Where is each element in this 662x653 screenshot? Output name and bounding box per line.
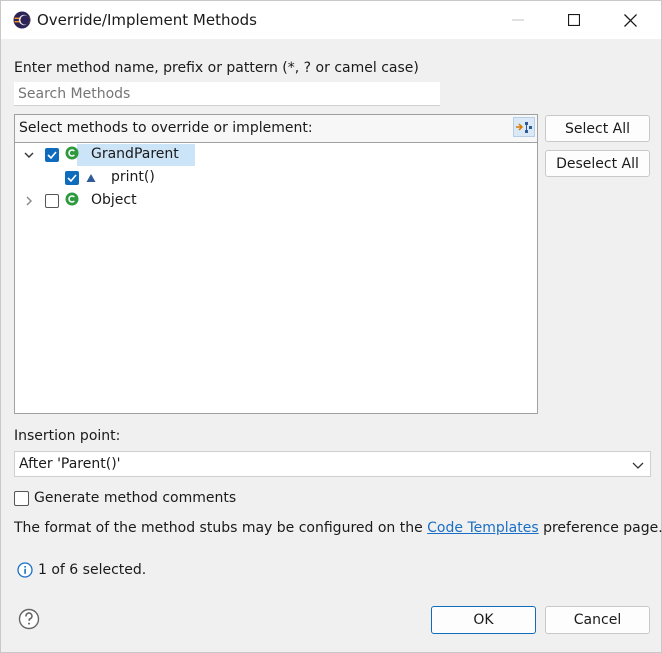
- dialog-window: Override/Implement Methods Enter method …: [0, 0, 662, 653]
- sort-hierarchy-icon: [516, 122, 532, 133]
- title-bar: Override/Implement Methods: [1, 1, 661, 39]
- tree-node-label: Object: [91, 192, 137, 208]
- code-templates-link[interactable]: Code Templates: [427, 520, 538, 536]
- tree-node-object[interactable]: Object: [15, 190, 537, 212]
- insertion-point-value: After 'Parent()': [19, 456, 121, 472]
- chevron-down-icon[interactable]: [23, 149, 35, 161]
- class-icon: [65, 146, 79, 160]
- protected-method-icon: [86, 174, 96, 182]
- insertion-point-label: Insertion point:: [14, 428, 121, 444]
- chevron-down-icon: [632, 462, 644, 469]
- maximize-button[interactable]: [551, 1, 597, 39]
- window-title: Override/Implement Methods: [37, 11, 257, 29]
- tree-header: Select methods to override or implement:: [14, 114, 538, 142]
- format-description: The format of the method stubs may be co…: [14, 520, 662, 536]
- minimize-icon: [512, 19, 524, 21]
- deselect-all-button[interactable]: Deselect All: [545, 150, 650, 177]
- check-icon: [67, 174, 77, 183]
- class-icon: [65, 192, 79, 206]
- tree-node-grandparent[interactable]: GrandParent: [15, 144, 537, 166]
- tree-node-label: GrandParent: [91, 146, 179, 162]
- selection-status: 1 of 6 selected.: [38, 562, 147, 578]
- tree-node-label: print(): [111, 169, 155, 185]
- generate-comments-checkbox[interactable]: [14, 491, 29, 506]
- print-method-checkbox[interactable]: [65, 171, 79, 185]
- format-text-before: The format of the method stubs may be co…: [14, 520, 428, 536]
- eclipse-app-icon: [13, 11, 31, 29]
- tree-header-label: Select methods to override or implement:: [19, 120, 313, 136]
- insertion-point-select[interactable]: After 'Parent()': [14, 451, 651, 477]
- help-icon[interactable]: [18, 608, 40, 630]
- methods-tree[interactable]: GrandParent print() Object: [14, 142, 538, 414]
- search-input[interactable]: [14, 82, 440, 106]
- format-text-after: preference page.: [538, 520, 662, 536]
- ok-button[interactable]: OK: [431, 606, 536, 634]
- search-prompt-label: Enter method name, prefix or pattern (*,…: [14, 60, 419, 76]
- info-icon: [17, 562, 33, 578]
- close-icon: [623, 13, 637, 27]
- close-button[interactable]: [607, 1, 653, 39]
- minimize-button[interactable]: [495, 1, 541, 39]
- object-checkbox[interactable]: [45, 194, 59, 208]
- chevron-right-icon[interactable]: [23, 195, 35, 207]
- grandparent-checkbox[interactable]: [45, 148, 59, 162]
- select-all-button[interactable]: Select All: [545, 115, 650, 142]
- check-icon: [47, 151, 57, 160]
- maximize-icon: [568, 14, 580, 26]
- sort-by-type-toggle[interactable]: [513, 117, 535, 137]
- cancel-button[interactable]: Cancel: [545, 606, 650, 634]
- generate-comments-label[interactable]: Generate method comments: [34, 490, 236, 506]
- tree-node-print-method[interactable]: print(): [15, 167, 537, 189]
